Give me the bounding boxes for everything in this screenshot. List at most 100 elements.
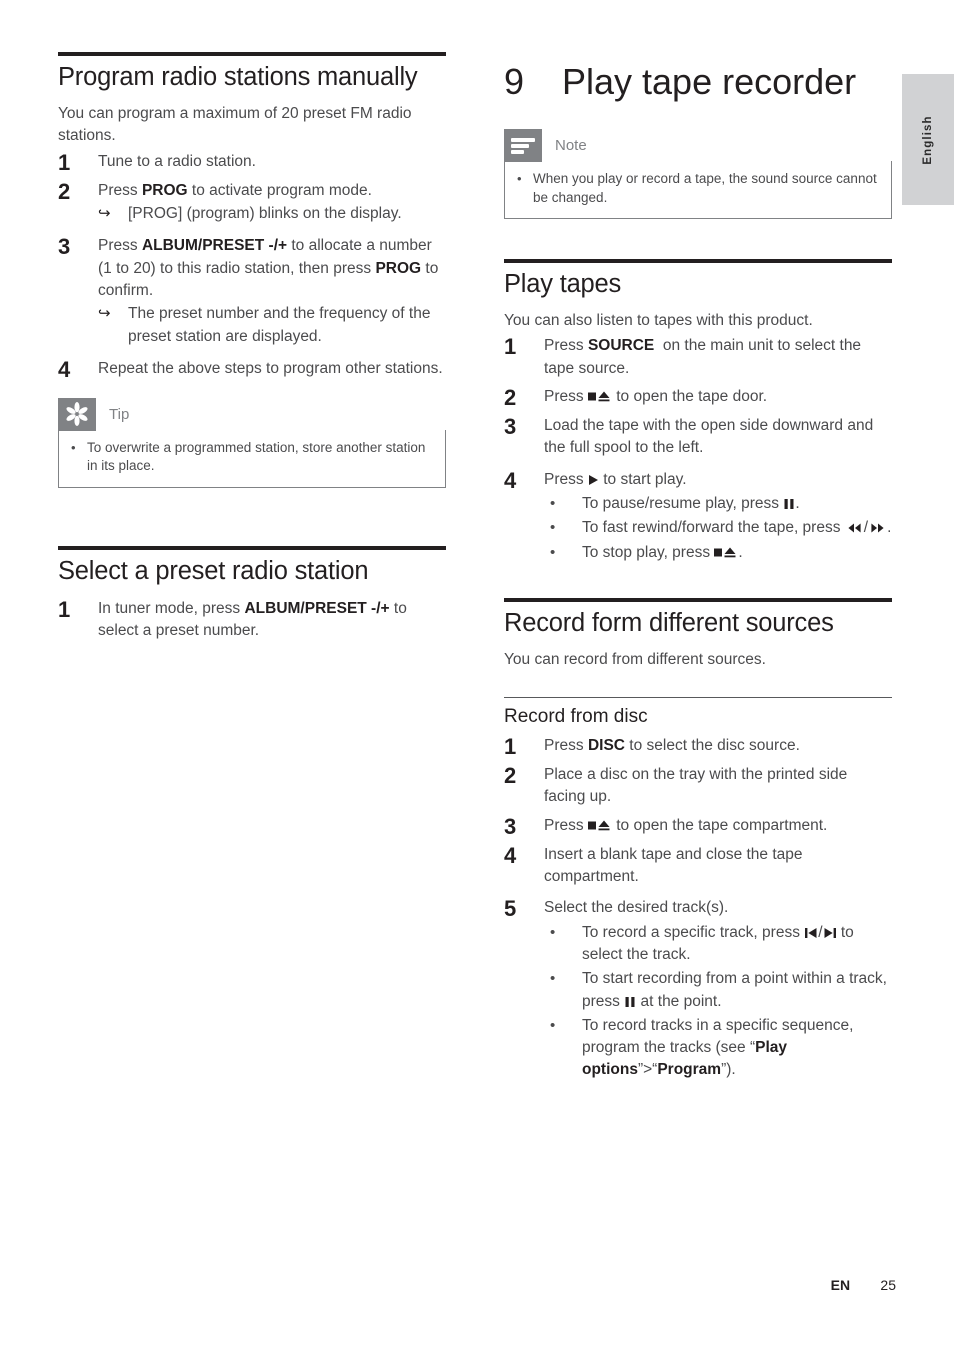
stop-eject-icon <box>587 820 610 830</box>
list-item: • To stop play, press . <box>544 542 892 564</box>
list-item: 3 Press to open the tape compartment. <box>504 815 892 838</box>
bullet-icon: • <box>550 970 556 988</box>
list-item: • To fast rewind/forward the tape, press… <box>544 517 892 539</box>
pause-icon <box>784 498 794 509</box>
step-text: Load the tape with the open side downwar… <box>544 416 874 457</box>
step-text: Repeat the above steps to program other … <box>98 359 443 377</box>
step-text: Tune to a radio station. <box>98 152 256 170</box>
play-tapes-steps: 1 Press SOURCE on the main unit to selec… <box>504 335 892 564</box>
record-from-disc-steps: 1 Press DISC to select the disc source. … <box>504 735 892 1082</box>
list-item: • To start recording from a point within… <box>544 968 892 1013</box>
key-label: PROG <box>375 259 422 277</box>
note-line-2 <box>511 144 529 149</box>
tip-callout-header: Tip <box>58 397 446 431</box>
tip-bullet-list: • To overwrite a programmed station, sto… <box>71 439 433 476</box>
bullet-text: To record a specific track, press / to s… <box>582 923 854 963</box>
step-text: Select the desired track(s). • To record… <box>544 897 892 1082</box>
step-number: 3 <box>58 234 71 260</box>
section-rule <box>504 597 892 602</box>
play-icon <box>588 474 598 485</box>
step-text: Insert a blank tape and close the tape c… <box>544 845 803 885</box>
section-title-select-preset: Select a preset radio station <box>58 556 369 585</box>
step-number: 1 <box>504 734 517 759</box>
bullet-icon: • <box>550 494 556 512</box>
section1-steps: 1 Tune to a radio station. 2 Press PROG … <box>58 151 446 381</box>
chapter-number: 9 <box>504 61 525 102</box>
step-bullets: • To record a specific track, press / to… <box>544 922 892 1082</box>
stop-eject-icon <box>714 547 736 557</box>
record-sources-intro: You can record from different sources. <box>504 650 766 668</box>
manual-page: English Program radio stations manually … <box>0 0 954 1351</box>
step-number: 2 <box>504 384 517 410</box>
note-label: Note <box>555 137 587 155</box>
forward-icon <box>871 523 884 533</box>
key-label: ALBUM/PRESET -/+ <box>244 599 390 617</box>
bullet-text: To pause/resume play, press . <box>582 494 800 512</box>
bullet-icon: • <box>550 1016 556 1034</box>
note-lines-icon <box>504 129 542 163</box>
left-column: Program radio stations manually You can … <box>58 52 446 642</box>
list-item: 2 Press PROG to activate program mode. ↪… <box>58 180 446 226</box>
page-footer: EN 25 <box>0 1277 954 1293</box>
bullet-text: To stop play, press . <box>582 543 743 561</box>
step-text: Place a disc on the tray with the printe… <box>544 766 848 806</box>
next-track-icon <box>824 927 836 938</box>
section1-intro: You can program a maximum of 20 preset F… <box>58 105 412 145</box>
footer-language-code: EN <box>830 1277 851 1293</box>
list-item: • When you play or record a tape, the so… <box>517 170 879 207</box>
tip-callout-body: • To overwrite a programmed station, sto… <box>58 429 446 488</box>
subsection-rule <box>504 697 892 699</box>
list-item: 3 Press ALBUM/PRESET -/+ to allocate a n… <box>58 235 446 348</box>
result-item: ↪ [PROG] (program) blinks on the display… <box>98 203 446 225</box>
result-text: [PROG] (program) blinks on the display. <box>128 205 402 222</box>
asterisk-icon-svg <box>66 402 88 427</box>
section-title-play-tapes: Play tapes <box>504 269 622 298</box>
list-item: 2 Press to open the tape door. <box>504 386 892 409</box>
cross-ref-program: Program <box>657 1061 722 1079</box>
key-label: PROG <box>141 181 188 199</box>
step-number: 5 <box>504 896 517 922</box>
list-item: 2 Place a disc on the tray with the prin… <box>504 764 892 809</box>
step-text: Press ALBUM/PRESET -/+ to allocate a num… <box>98 235 446 348</box>
language-tab-label: English <box>922 114 934 165</box>
key-label: SOURCE <box>587 337 655 355</box>
step-text: Press DISC to select the disc source. <box>544 737 800 754</box>
list-item: • To pause/resume play, press . <box>544 493 892 515</box>
asterisk-icon <box>58 397 96 431</box>
list-item: 1 Press DISC to select the disc source. <box>504 735 892 758</box>
step-results: ↪ The preset number and the frequency of… <box>98 303 446 348</box>
list-item: 4 Repeat the above steps to program othe… <box>58 358 446 381</box>
play-tapes-intro: You can also listen to tapes with this p… <box>504 312 813 330</box>
step-number: 1 <box>504 334 517 360</box>
list-item: 1 In tuner mode, press ALBUM/PRESET -/+ … <box>58 598 446 643</box>
bullet-icon: • <box>550 543 556 561</box>
list-item: • To record a specific track, press / to… <box>544 922 892 967</box>
list-item: 3 Load the tape with the open side downw… <box>504 415 892 460</box>
arrow-icon: ↪ <box>98 305 111 323</box>
step-number: 4 <box>504 467 517 493</box>
section2-steps: 1 In tuner mode, press ALBUM/PRESET -/+ … <box>58 598 446 643</box>
rewind-icon <box>848 523 861 533</box>
arrow-icon: ↪ <box>98 205 111 222</box>
key-label: DISC <box>587 737 625 754</box>
note-bullet-list: • When you play or record a tape, the so… <box>517 170 879 207</box>
section-title-record-sources: Record form different sources <box>504 608 834 637</box>
step-text: Press to start play. • To pause/resume p… <box>544 469 892 564</box>
stop-eject-icon <box>587 391 610 402</box>
step-number: 1 <box>58 149 71 175</box>
step-text: In tuner mode, press ALBUM/PRESET -/+ to… <box>98 599 407 639</box>
list-item: 5 Select the desired track(s). • To reco… <box>504 897 892 1082</box>
right-column: 9 Play tape recorder Note • When you pla… <box>504 62 892 1082</box>
step-text: Press to open the tape door. <box>544 387 768 405</box>
footer-page-number: 25 <box>880 1277 896 1293</box>
step-number: 4 <box>504 842 517 868</box>
pause-icon <box>625 996 635 1007</box>
bullet-text: To record tracks in a specific sequence,… <box>582 1016 854 1079</box>
step-number: 4 <box>58 356 71 382</box>
subsection-title-record-from-disc: Record from disc <box>504 706 648 728</box>
step-number: 3 <box>504 813 517 839</box>
step-results: ↪ [PROG] (program) blinks on the display… <box>98 203 446 225</box>
